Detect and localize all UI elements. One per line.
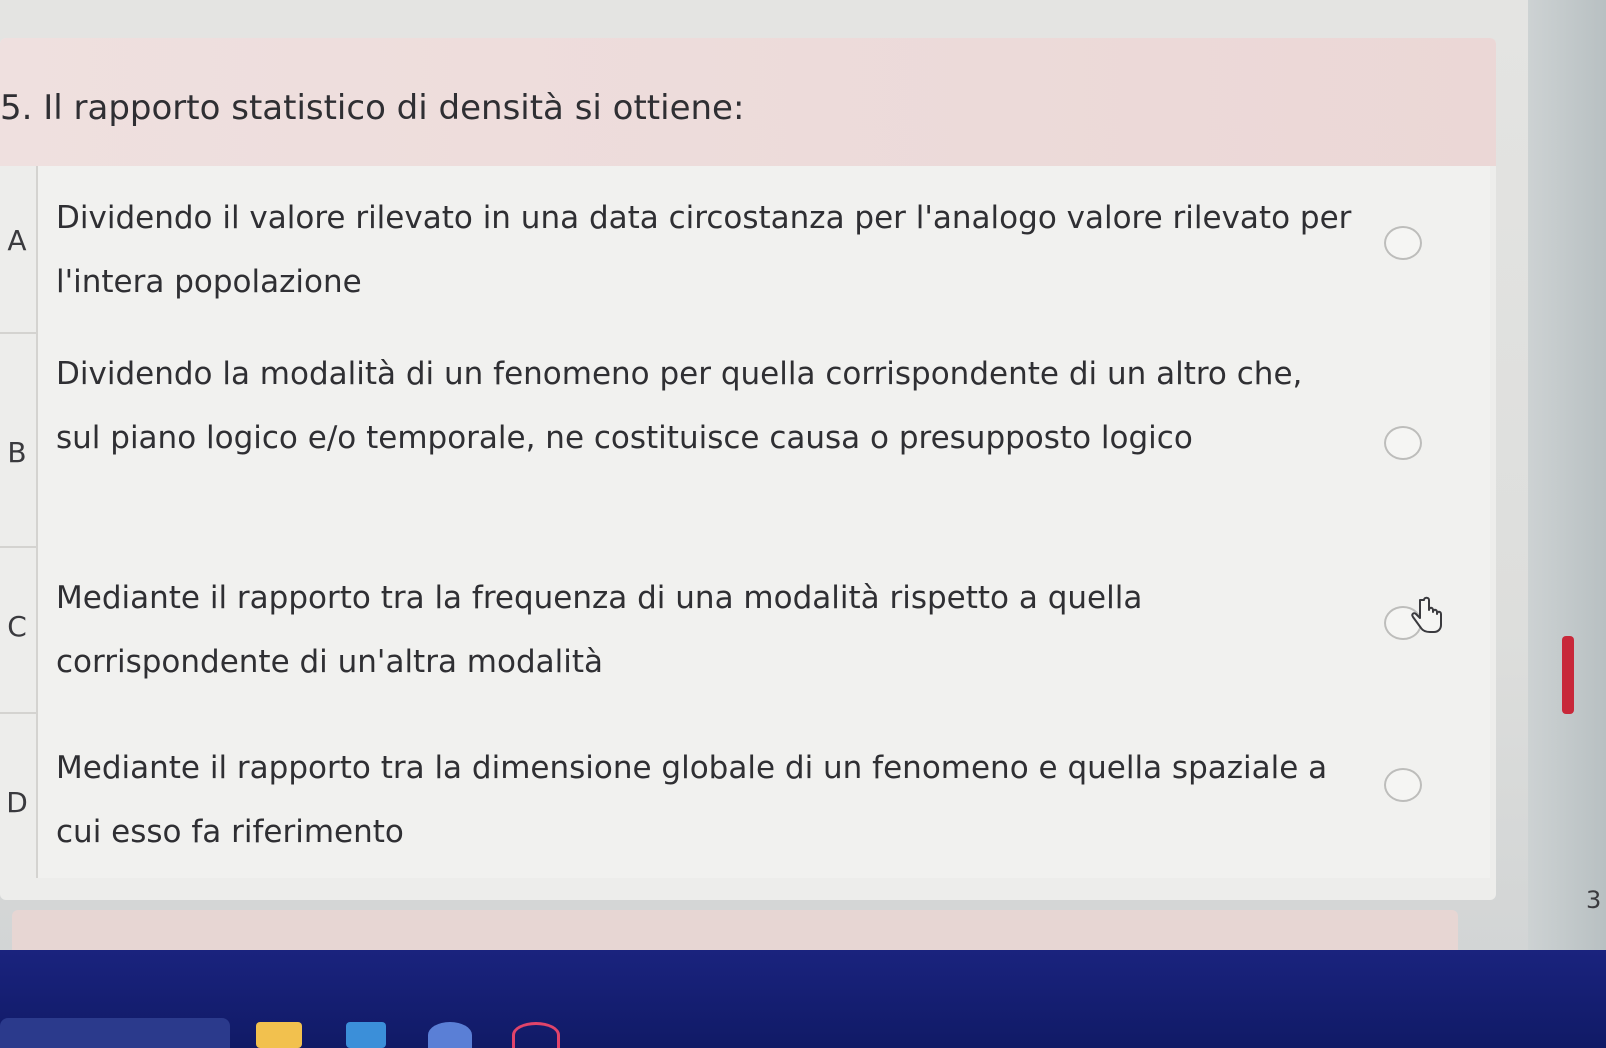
radio-d[interactable] <box>1384 768 1422 802</box>
answer-option-c[interactable]: C Mediante il rapporto tra la frequenza … <box>0 546 1490 714</box>
answer-letter-d: D <box>6 786 28 819</box>
radio-a[interactable] <box>1384 226 1422 260</box>
answer-body-b[interactable]: Dividendo la modalità di un fenomeno per… <box>36 332 1490 546</box>
answer-body-c[interactable]: Mediante il rapporto tra la frequenza di… <box>36 546 1490 712</box>
answer-body-d[interactable]: Mediante il rapporto tra la dimensione g… <box>36 712 1490 878</box>
answer-option-a[interactable]: A Dividendo il valore rilevato in una da… <box>0 166 1490 334</box>
right-scroll-strip <box>1528 0 1606 950</box>
taskbar-search[interactable] <box>0 1018 230 1048</box>
question-header: 5. Il rapporto statistico di densità si … <box>0 38 1496 166</box>
answer-letter-a: A <box>7 224 27 257</box>
answer-option-d[interactable]: D Mediante il rapporto tra la dimensione… <box>0 712 1490 878</box>
quiz-card: 5. Il rapporto statistico di densità si … <box>0 38 1496 900</box>
opera-icon[interactable] <box>512 1022 560 1048</box>
red-marker <box>1562 636 1574 714</box>
answer-body-a[interactable]: Dividendo il valore rilevato in una data… <box>36 166 1490 332</box>
screen: 5. Il rapporto statistico di densità si … <box>0 0 1606 1048</box>
taskbar <box>0 950 1606 1048</box>
answer-option-b[interactable]: B Dividendo la modalità di un fenomeno p… <box>0 332 1490 548</box>
answer-text-b: Dividendo la modalità di un fenomeno per… <box>56 356 1303 456</box>
answer-letter-b: B <box>7 436 27 469</box>
browser-icon[interactable] <box>428 1022 472 1048</box>
store-icon[interactable] <box>346 1022 386 1048</box>
radio-b[interactable] <box>1384 426 1422 460</box>
question-text: 5. Il rapporto statistico di densità si … <box>0 88 745 128</box>
answer-letter-c: C <box>7 610 27 643</box>
hand-pointer-icon <box>1411 596 1442 633</box>
side-partial-text: 3 <box>1586 886 1602 914</box>
folder-icon[interactable] <box>256 1022 302 1048</box>
answer-text-c: Mediante il rapporto tra la frequenza di… <box>56 580 1143 680</box>
answer-text-a: Dividendo il valore rilevato in una data… <box>56 200 1352 300</box>
answer-text-d: Mediante il rapporto tra la dimensione g… <box>56 750 1328 850</box>
